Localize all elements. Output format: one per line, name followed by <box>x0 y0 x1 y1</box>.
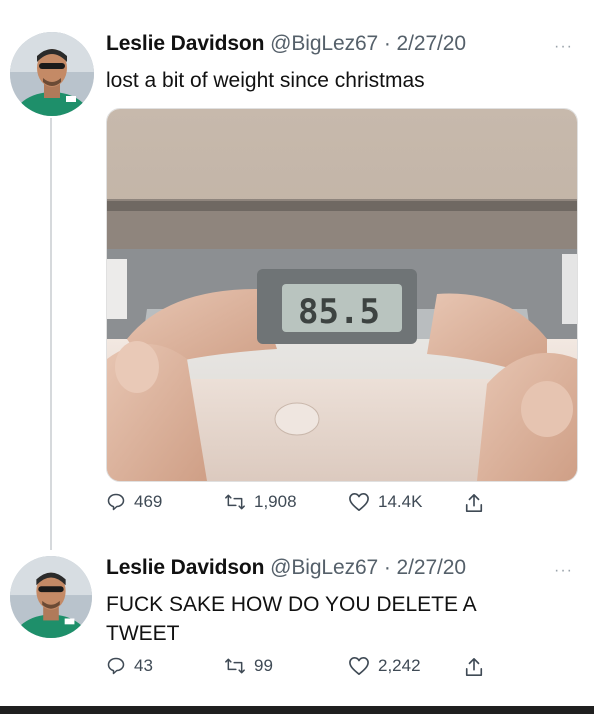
like-button[interactable]: 2,242 <box>348 656 421 676</box>
separator-dot: · <box>383 32 391 55</box>
reply-count: 469 <box>134 492 163 511</box>
tweet-media-photo[interactable]: 85.5 <box>106 108 578 482</box>
scale-display-reading: 85.5 <box>298 292 380 332</box>
more-icon[interactable]: ··· <box>554 38 573 56</box>
retweet-count: 99 <box>254 656 273 675</box>
tweet-actions: 469 1,908 14.4K <box>106 492 526 522</box>
retweet-icon <box>225 494 245 510</box>
retweet-button[interactable]: 1,908 <box>224 492 297 512</box>
heart-icon <box>349 657 369 675</box>
retweet-icon <box>225 658 245 674</box>
bottom-edge-bar <box>0 706 594 714</box>
scale-photo: 85.5 <box>107 109 577 481</box>
avatar[interactable] <box>10 556 92 638</box>
reply-button[interactable]: 43 <box>106 656 153 676</box>
author-name[interactable]: Leslie Davidson <box>106 32 264 55</box>
avatar-image <box>10 556 92 638</box>
reply-icon <box>107 657 125 675</box>
share-icon <box>465 494 483 512</box>
tweet-text: FUCK SAKE HOW DO YOU DELETE A TWEET <box>106 593 476 645</box>
heart-icon <box>349 493 369 511</box>
like-button[interactable]: 14.4K <box>348 492 422 512</box>
tweet-header: Leslie Davidson @BigLez67 · 2/27/20 <box>106 32 466 56</box>
thread-connector-line <box>50 118 52 550</box>
reply-button[interactable]: 469 <box>106 492 162 512</box>
retweet-count: 1,908 <box>254 492 297 511</box>
separator-dot: · <box>383 556 391 579</box>
reply-icon <box>107 493 125 511</box>
avatar[interactable] <box>10 32 94 116</box>
like-count: 2,242 <box>378 656 421 675</box>
reply-count: 43 <box>134 656 153 675</box>
avatar-image <box>10 32 94 116</box>
share-button[interactable] <box>464 492 484 514</box>
share-button[interactable] <box>464 656 484 678</box>
retweet-button[interactable]: 99 <box>224 656 273 676</box>
tweet-actions: 43 99 2,242 <box>106 656 526 686</box>
tweet-date[interactable]: 2/27/20 <box>397 32 466 55</box>
author-handle[interactable]: @BigLez67 <box>270 556 378 579</box>
tweet-date[interactable]: 2/27/20 <box>397 556 466 579</box>
more-icon[interactable]: ··· <box>554 562 573 580</box>
tweet-text: lost a bit of weight since christmas <box>106 69 425 92</box>
like-count: 14.4K <box>378 492 423 511</box>
share-icon <box>465 658 483 677</box>
author-handle[interactable]: @BigLez67 <box>270 32 378 55</box>
author-name[interactable]: Leslie Davidson <box>106 556 264 579</box>
tweet-header: Leslie Davidson @BigLez67 · 2/27/20 <box>106 556 466 580</box>
